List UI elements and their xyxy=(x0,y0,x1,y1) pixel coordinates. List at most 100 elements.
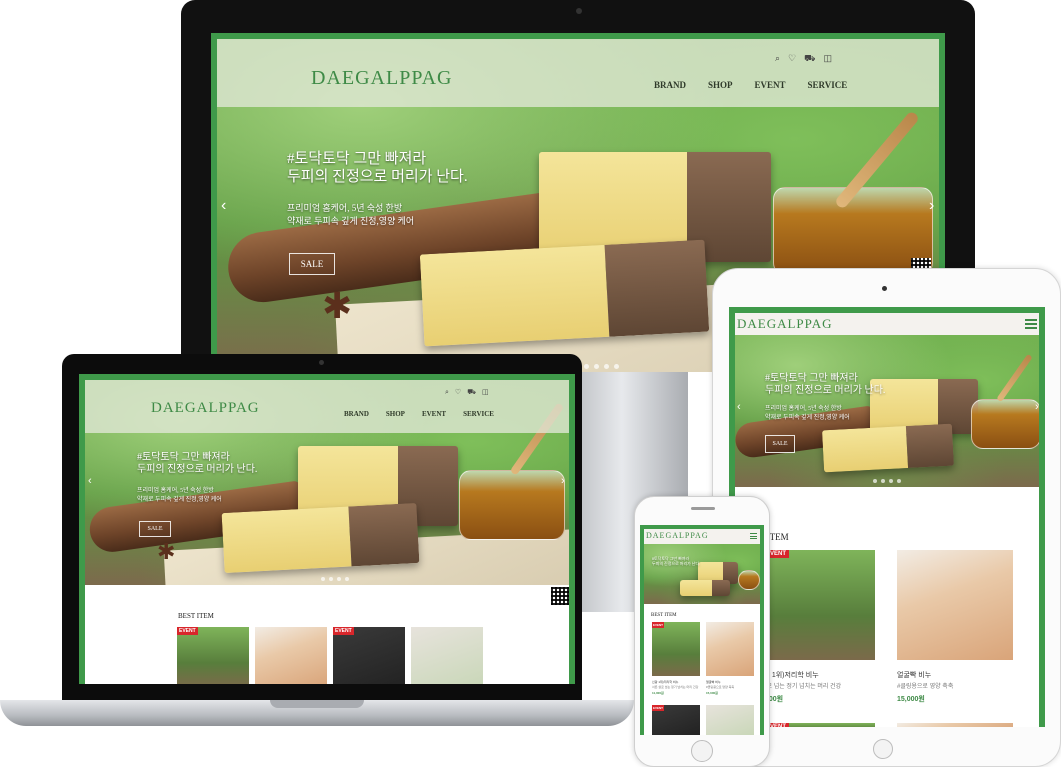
tablet-camera xyxy=(882,286,887,291)
site-logo[interactable]: DAEGALPPAG xyxy=(737,316,832,332)
product-thumb-4[interactable] xyxy=(706,705,754,735)
hero-sub-1: 프리미엄 홈케어, 5년 숙성 한방 xyxy=(287,203,403,213)
hero-headline-2: 두피의 진정으로 머리가 난다. xyxy=(137,464,258,475)
nav-event[interactable]: EVENT xyxy=(422,410,446,418)
hero-headline-2: 두피의 진정으로 머리가 난다. xyxy=(765,385,886,396)
hero-headline-2: 두피의 진정으로 머리가 난다. xyxy=(652,561,701,566)
soap-bar-front xyxy=(821,423,955,473)
product-thumb-2[interactable] xyxy=(897,550,1013,660)
hero-next-arrow[interactable]: › xyxy=(929,197,934,215)
product-thumb-1[interactable]: EVENT xyxy=(763,550,875,660)
hero-next-arrow[interactable]: › xyxy=(1035,401,1039,413)
hero-prev-arrow[interactable]: ‹ xyxy=(88,475,92,487)
star-anise: ✱ xyxy=(322,286,353,327)
honey-jar xyxy=(971,399,1039,449)
product-thumb-4[interactable] xyxy=(411,627,483,684)
phone-site: DAEGALPPAG #토닥토닥 그만 빠져라 두피의 진정으로 머리가 난다.… xyxy=(640,525,764,735)
main-nav: BRAND SHOP EVENT SERVICE xyxy=(344,410,494,418)
tablet-home-button[interactable] xyxy=(873,739,893,759)
best-item-title: BEST ITEM xyxy=(651,613,677,618)
product-thumb-3[interactable]: EVENT xyxy=(333,627,405,684)
product-name-2[interactable]: 얼굴빡 비누 xyxy=(706,680,721,684)
product-price-2: 15,000원 xyxy=(897,696,925,703)
header-icons: ⌕ ♡ ⛟ ◫ xyxy=(445,388,489,397)
site-logo[interactable]: DAEGALPPAG xyxy=(151,400,260,417)
honey-jar xyxy=(738,570,760,590)
best-item-title: BEST ITEM xyxy=(178,612,214,620)
product-thumb-3[interactable]: EVENT xyxy=(652,705,700,735)
monitor-camera xyxy=(576,8,582,14)
tablet-header: DAEGALPPAG xyxy=(735,313,1039,335)
hero-prev-arrow[interactable]: ‹ xyxy=(737,401,741,413)
hero-headline-2: 두피의 진정으로 머리가 난다. xyxy=(287,169,468,185)
heart-icon[interactable]: ♡ xyxy=(788,53,796,65)
sale-button[interactable]: SALE xyxy=(139,521,171,537)
search-icon[interactable]: ⌕ xyxy=(445,388,449,397)
laptop-header: DAEGALPPAG ⌕ ♡ ⛟ ◫ BRAND SHOP EVENT SERV… xyxy=(85,380,569,433)
honey-jar xyxy=(459,470,565,540)
laptop-camera xyxy=(319,360,324,365)
soap-bar-front xyxy=(680,580,730,596)
truck-icon[interactable]: ⛟ xyxy=(804,53,815,65)
event-badge: EVENT xyxy=(177,627,198,635)
product-name-2[interactable]: 얼굴빡 비누 xyxy=(897,670,931,680)
product-desc-1: 르므 넘는 정기 넘치는 머리 건강 xyxy=(761,684,842,690)
bag-icon[interactable]: ◫ xyxy=(823,53,832,65)
event-badge: EVENT xyxy=(333,627,354,635)
product-thumb-3[interactable]: EVENT xyxy=(763,723,875,727)
laptop-screen: ✱ #토닥토닥 그만 빠져라 두피의 진정으로 머리가 난다. 프리미엄 홈케어… xyxy=(62,354,582,704)
product-thumb-1[interactable]: EVENT xyxy=(177,627,249,684)
nav-event[interactable]: EVENT xyxy=(755,80,786,90)
soap-bar-front xyxy=(221,502,420,574)
header-icons: ⌕ ♡ ⛟ ◫ xyxy=(775,53,832,65)
bag-icon[interactable]: ◫ xyxy=(482,388,489,397)
nav-shop[interactable]: SHOP xyxy=(386,410,405,418)
search-icon[interactable]: ⌕ xyxy=(775,53,780,65)
nav-shop[interactable]: SHOP xyxy=(708,80,733,90)
phone-home-button[interactable] xyxy=(691,740,713,762)
product-thumb-4[interactable] xyxy=(897,723,1013,727)
truck-icon[interactable]: ⛟ xyxy=(467,388,476,397)
site-logo[interactable]: DAEGALPPAG xyxy=(311,67,453,90)
star-anise: ✱ xyxy=(157,540,176,565)
hero-sub-2: 약재로 두피속 깊게 진정,영양 케어 xyxy=(137,497,222,503)
product-thumb-2[interactable] xyxy=(255,627,327,684)
site-logo[interactable]: DAEGALPPAG xyxy=(646,531,709,540)
hero-sub-2: 약재로 두피속 깊게 진정,영양 케어 xyxy=(765,415,850,421)
product-thumb-1[interactable]: EVENT xyxy=(652,622,700,676)
product-desc-1: 서른 살로 넘는 정기 넘치는 머리 건강 xyxy=(652,685,699,689)
phone-speaker xyxy=(691,507,715,510)
product-thumb-2[interactable] xyxy=(706,622,754,676)
hero-pagination[interactable] xyxy=(873,479,901,483)
qr-code xyxy=(551,587,569,605)
product-price-2: 15,000원 xyxy=(706,691,718,695)
product-desc-2: #클링용으로 영양 축축 xyxy=(706,685,735,689)
hero-sub-2: 약재로 두피속 깊게 진정,영양 케어 xyxy=(287,216,415,226)
heart-icon[interactable]: ♡ xyxy=(455,388,461,397)
nav-service[interactable]: SERVICE xyxy=(808,80,848,90)
sale-button[interactable]: SALE xyxy=(289,253,335,275)
laptop-site: ✱ #토닥토닥 그만 빠져라 두피의 진정으로 머리가 난다. 프리미엄 홈케어… xyxy=(79,374,575,684)
sale-button[interactable]: SALE xyxy=(765,435,795,453)
hero-prev-arrow[interactable]: ‹ xyxy=(221,197,226,215)
nav-service[interactable]: SERVICE xyxy=(463,410,494,418)
event-badge: EVENT xyxy=(652,622,665,628)
product-name-1[interactable]: 신랑 1위)저리학 비누 xyxy=(652,680,678,684)
product-desc-2: #클링용으로 영양 축축 xyxy=(897,684,954,690)
laptop-notch xyxy=(270,700,364,708)
hero-sub-1: 프리미엄 홈케어, 5년 숙성 한방 xyxy=(137,488,214,494)
tablet-hero-banner: #토닥토닥 그만 빠져라 두피의 진정으로 머리가 난다. 프리미엄 홈케어, … xyxy=(735,335,1039,487)
phone-hero-banner: #토닥토닥 그만 빠져라 두피의 진정으로 머리가 난다. xyxy=(644,544,760,604)
nav-brand[interactable]: BRAND xyxy=(344,410,369,418)
desktop-header: DAEGALPPAG ⌕ ♡ ⛟ ◫ BRAND SHOP EVENT SERV… xyxy=(217,39,939,107)
soap-bar-front xyxy=(419,239,710,347)
menu-icon[interactable] xyxy=(1025,319,1037,329)
hero-pagination[interactable] xyxy=(321,577,349,581)
honey-dipper xyxy=(996,353,1033,403)
main-nav: BRAND SHOP EVENT SERVICE xyxy=(654,80,847,90)
hero-next-arrow[interactable]: › xyxy=(561,475,565,487)
nav-brand[interactable]: BRAND xyxy=(654,80,686,90)
menu-icon[interactable] xyxy=(750,533,757,539)
hero-sub-1: 프리미엄 홈케어, 5년 숙성 한방 xyxy=(765,406,842,412)
phone-header: DAEGALPPAG xyxy=(644,529,760,544)
